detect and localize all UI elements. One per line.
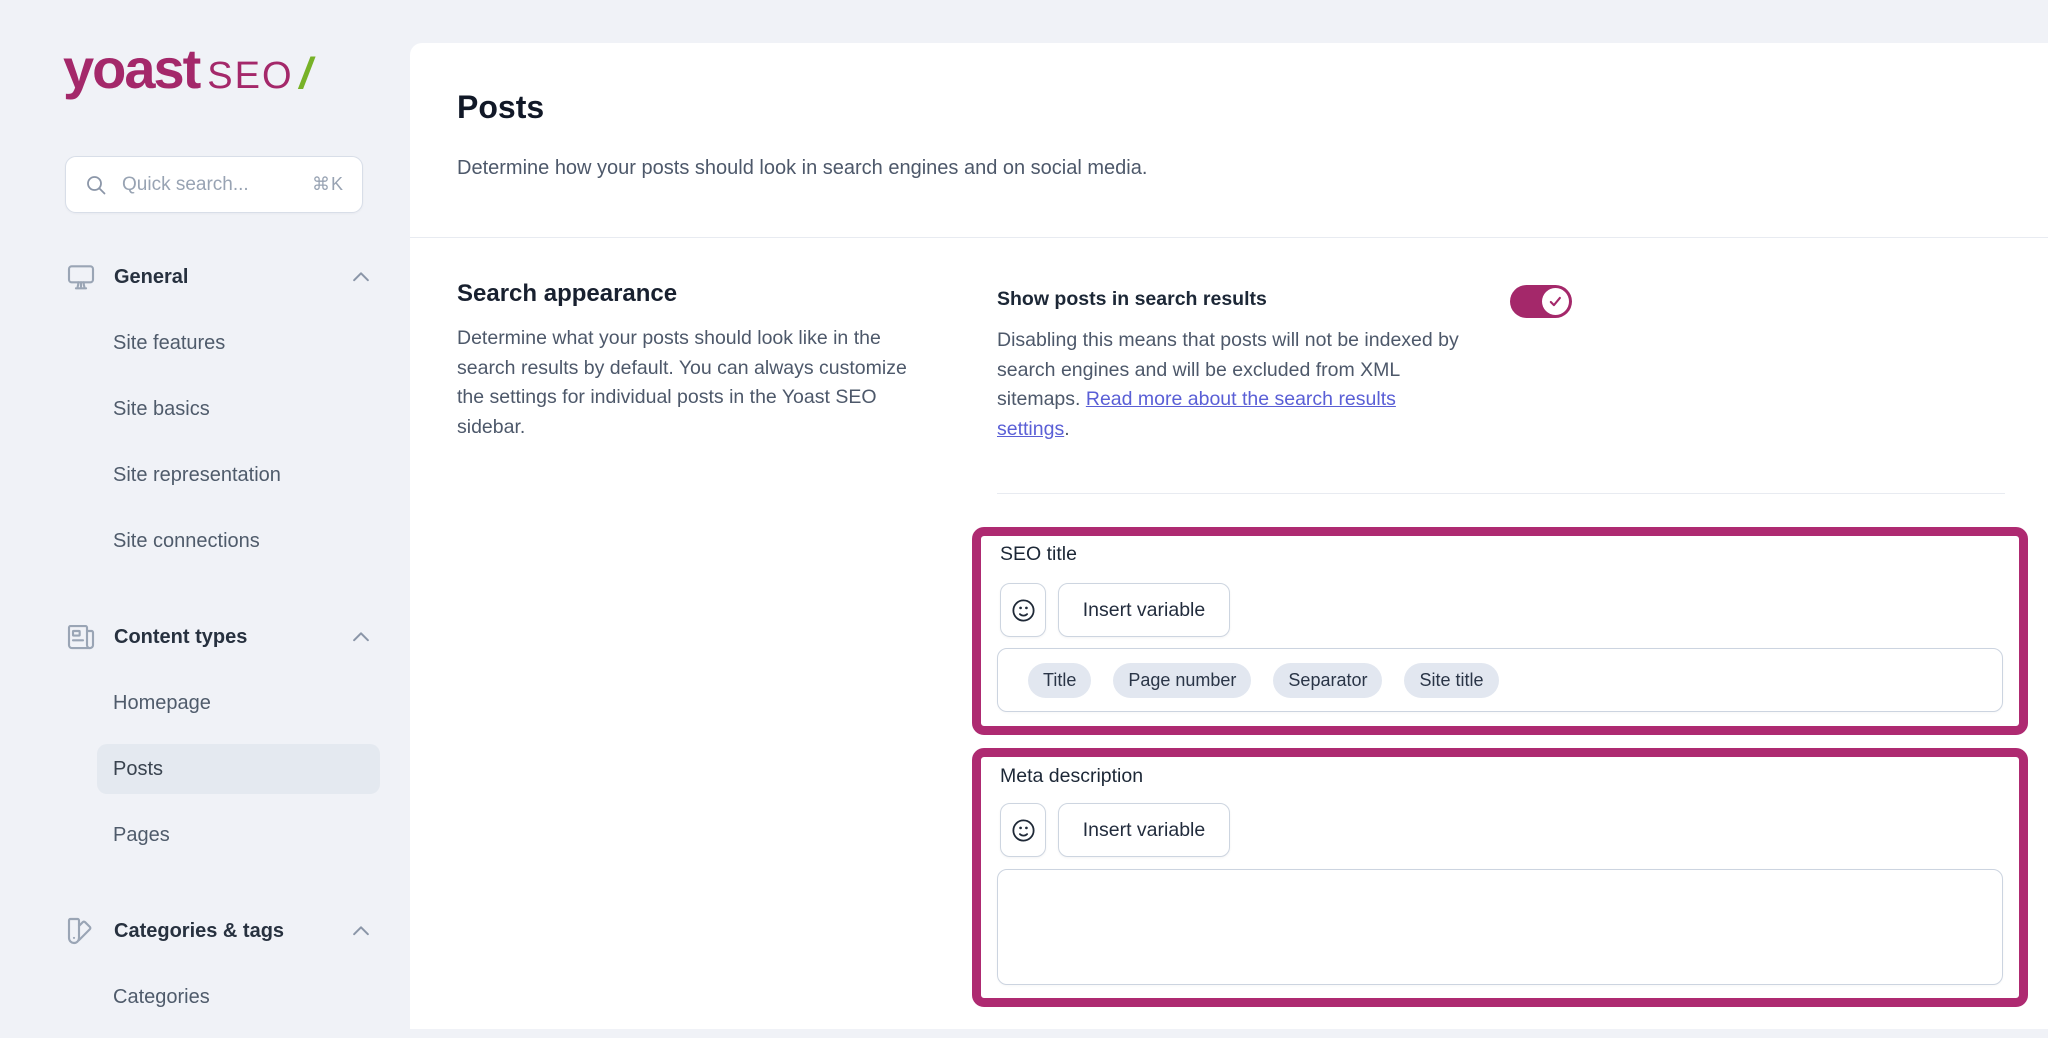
toggle-help-text: Disabling this means that posts will not… — [997, 326, 1469, 444]
sidebar-item-site-representation[interactable]: Site representation — [97, 450, 380, 500]
variable-pill-site-title[interactable]: Site title — [1404, 663, 1498, 698]
sidebar-item-label: Pages — [113, 824, 170, 847]
yoast-seo-settings-screen: yoastSEO/ ⌘K General Site features Site … — [0, 0, 2048, 1029]
toggle-knob — [1542, 288, 1569, 315]
main-content-card: Posts Determine how your posts should lo… — [410, 43, 2048, 1029]
search-input[interactable] — [122, 174, 312, 196]
newspaper-icon — [65, 621, 97, 653]
show-posts-toggle-label: Show posts in search results — [997, 288, 1267, 311]
chevron-up-icon — [350, 266, 372, 288]
sidebar-item-site-connections[interactable]: Site connections — [97, 516, 380, 566]
logo-seo-text: SEO — [207, 55, 293, 97]
sidebar-item-label: Site basics — [113, 398, 210, 421]
sidebar-section-general[interactable]: General — [65, 254, 380, 300]
meta-description-textarea[interactable] — [997, 869, 2003, 985]
check-icon — [1548, 294, 1563, 309]
search-icon — [84, 173, 108, 197]
show-posts-toggle[interactable] — [1510, 285, 1572, 318]
header-divider — [410, 237, 2048, 238]
desktop-computer-icon — [65, 261, 97, 293]
smiley-icon — [1010, 597, 1037, 624]
meta-description-label: Meta description — [1000, 765, 1143, 788]
variable-pill-title[interactable]: Title — [1028, 663, 1091, 698]
seo-title-emoji-button[interactable] — [1000, 583, 1046, 637]
page-description: Determine how your posts should look in … — [457, 157, 1147, 180]
toggle-help-suffix: . — [1064, 418, 1069, 440]
sidebar-item-label: Posts — [113, 758, 163, 781]
swatch-icon — [65, 915, 97, 947]
meta-description-emoji-button[interactable] — [1000, 803, 1046, 857]
sidebar-item-site-basics[interactable]: Site basics — [97, 384, 380, 434]
seo-title-field[interactable]: Title Page number Separator Site title — [997, 648, 2003, 712]
yoast-seo-logo: yoastSEO/ — [63, 36, 312, 101]
sidebar: yoastSEO/ ⌘K General Site features Site … — [0, 0, 410, 1029]
sidebar-item-label: Homepage — [113, 692, 211, 715]
sidebar-section-content-types[interactable]: Content types — [65, 614, 380, 660]
seo-title-insert-variable-button[interactable]: Insert variable — [1058, 583, 1230, 637]
meta-description-insert-variable-button[interactable]: Insert variable — [1058, 803, 1230, 857]
section-title-search-appearance: Search appearance — [457, 280, 677, 308]
section-description: Determine what your posts should look li… — [457, 324, 919, 442]
smiley-icon — [1010, 817, 1037, 844]
logo-yoast-text: yoast — [63, 37, 199, 100]
column-divider — [997, 493, 2005, 494]
sidebar-item-label: Categories — [113, 986, 210, 1009]
sidebar-item-posts[interactable]: Posts — [97, 744, 380, 794]
sidebar-item-pages[interactable]: Pages — [97, 810, 380, 860]
sidebar-section-label: Categories & tags — [114, 920, 350, 943]
sidebar-section-label: General — [114, 266, 350, 289]
sidebar-item-site-features[interactable]: Site features — [97, 318, 380, 368]
sidebar-item-homepage[interactable]: Homepage — [97, 678, 380, 728]
chevron-up-icon — [350, 626, 372, 648]
sidebar-item-label: Site features — [113, 332, 225, 355]
search-shortcut: ⌘K — [312, 174, 344, 195]
variable-pill-separator[interactable]: Separator — [1273, 663, 1382, 698]
sidebar-section-label: Content types — [114, 626, 350, 649]
quick-search-box[interactable]: ⌘K — [65, 156, 363, 213]
seo-title-label: SEO title — [1000, 543, 1077, 566]
chevron-up-icon — [350, 920, 372, 942]
page-title: Posts — [457, 89, 544, 126]
sidebar-item-categories[interactable]: Categories — [97, 972, 380, 1022]
sidebar-item-label: Site connections — [113, 530, 260, 553]
logo-slash: / — [300, 49, 312, 98]
variable-pill-page-number[interactable]: Page number — [1113, 663, 1251, 698]
sidebar-item-label: Site representation — [113, 464, 281, 487]
sidebar-nav: General Site features Site basics Site r… — [65, 254, 380, 1038]
sidebar-section-categories-tags[interactable]: Categories & tags — [65, 908, 380, 954]
